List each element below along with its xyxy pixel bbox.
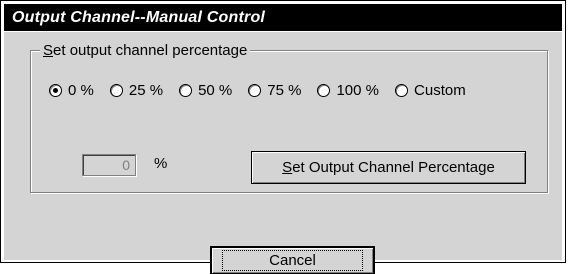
set-output-percentage-button[interactable]: Set Output Channel Percentage	[251, 151, 526, 184]
radio-unselected-icon	[179, 83, 193, 97]
window-title: Output Channel--Manual Control	[12, 8, 266, 26]
radio-25-percent[interactable]: 25 %	[109, 81, 164, 99]
button-label: et Output Channel Percentage	[292, 159, 495, 176]
radio-0-percent[interactable]: 0 %	[49, 82, 94, 99]
percent-unit-label: %	[154, 155, 168, 172]
dialog-body: Set output channel percentage 0 % 25 % 5…	[4, 32, 562, 274]
radio-unselected-icon	[109, 83, 123, 97]
custom-percentage-input[interactable]: 0	[82, 154, 136, 176]
radio-unselected-icon	[395, 83, 409, 97]
radio-100-percent[interactable]: 100 %	[317, 82, 379, 99]
button-mnemonic: S	[282, 159, 293, 176]
groupbox-legend: Set output channel percentage	[40, 42, 251, 59]
radio-label: 75 %	[267, 81, 302, 99]
radio-50-percent[interactable]: 50 %	[179, 82, 232, 99]
radio-label: 50 %	[198, 81, 233, 99]
percentage-radio-group: 0 % 25 % 50 % 75 % 100 % Custom	[49, 80, 482, 100]
cancel-button[interactable]: Cancel	[210, 246, 375, 274]
radio-label: 100 %	[336, 81, 380, 99]
cancel-button-label: Cancel	[222, 250, 363, 271]
radio-label: 25 %	[128, 81, 164, 99]
radio-75-percent[interactable]: 75 %	[248, 82, 301, 99]
radio-label: Custom	[414, 81, 466, 99]
title-bar[interactable]: Output Channel--Manual Control	[4, 4, 562, 31]
radio-selected-icon	[49, 83, 62, 97]
legend-mnemonic: S	[43, 42, 54, 59]
dialog-window: Output Channel--Manual Control Set outpu…	[0, 0, 566, 274]
legend-text: et output channel percentage	[53, 42, 248, 59]
radio-label: 0 %	[68, 81, 94, 99]
radio-custom[interactable]: Custom	[395, 82, 466, 99]
radio-unselected-icon	[317, 83, 331, 97]
radio-unselected-icon	[248, 83, 262, 97]
